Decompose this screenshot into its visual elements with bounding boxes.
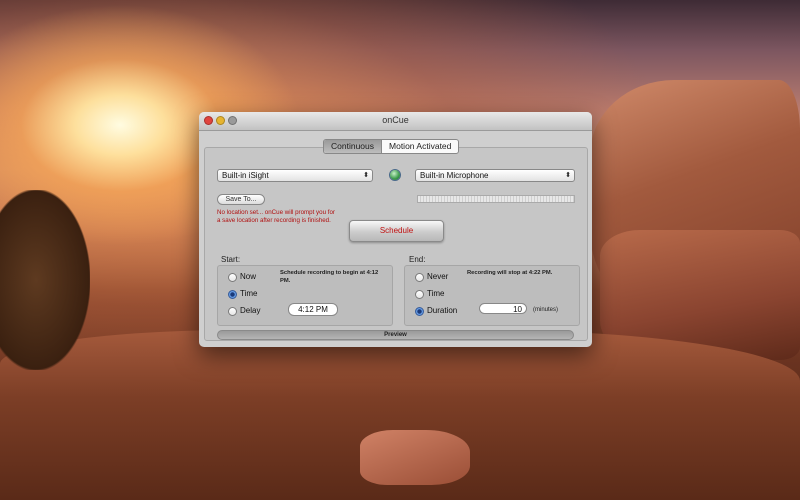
end-time-label: Time: [427, 289, 445, 298]
schedule-button[interactable]: Schedule: [349, 220, 444, 242]
start-time-radio[interactable]: [228, 290, 237, 299]
tab-content-panel: Built-in iSight ⬍ Built-in Microphone ⬍ …: [204, 147, 588, 341]
background-rock: [360, 430, 470, 485]
tab-motion-activated[interactable]: Motion Activated: [382, 140, 458, 153]
duration-field[interactable]: 10: [479, 303, 527, 314]
end-duration-radio[interactable]: [415, 307, 424, 316]
end-never-label: Never: [427, 272, 449, 281]
end-stop-note: Recording will stop at 4:22 PM.: [467, 270, 553, 276]
start-time-label: Time: [240, 289, 258, 298]
start-schedule-note: Schedule recording to begin at 4:12 PM.: [280, 270, 379, 284]
start-group: Now Time Delay Schedule recording to beg…: [217, 265, 393, 326]
start-now-radio[interactable]: [228, 273, 237, 282]
duration-units-label: (minutes): [533, 307, 559, 313]
microphone-select-value: Built-in Microphone: [420, 171, 489, 180]
start-label: Start:: [221, 255, 241, 264]
oncue-window: onCue Built-in iSight ⬍ Built-in Microph…: [199, 112, 592, 347]
end-label: End:: [409, 255, 426, 264]
chevron-updown-icon: ⬍: [565, 172, 571, 179]
end-time-radio[interactable]: [415, 290, 424, 299]
audio-level-meter: [417, 195, 575, 203]
save-location-warning: No location set... onCue will prompt you…: [217, 209, 335, 224]
tab-continuous[interactable]: Continuous: [324, 140, 383, 153]
start-delay-label: Delay: [240, 306, 261, 315]
mode-tab-bar: Continuous Motion Activated: [323, 139, 460, 154]
save-to-button[interactable]: Save To...: [217, 194, 265, 205]
end-group: Never Time Duration Recording will stop …: [404, 265, 580, 326]
title-bar[interactable]: onCue: [199, 112, 592, 131]
start-time-field[interactable]: 4:12 PM: [288, 303, 338, 316]
background-tree: [0, 190, 90, 370]
camera-select[interactable]: Built-in iSight ⬍: [217, 169, 373, 182]
start-now-label: Now: [240, 272, 257, 281]
end-never-radio[interactable]: [415, 273, 424, 282]
microphone-select[interactable]: Built-in Microphone ⬍: [415, 169, 575, 182]
camera-select-value: Built-in iSight: [222, 171, 269, 180]
start-delay-radio[interactable]: [228, 307, 237, 316]
preview-button[interactable]: Preview: [217, 330, 574, 340]
chevron-updown-icon: ⬍: [363, 172, 369, 179]
window-title: onCue: [382, 115, 409, 125]
end-duration-label: Duration: [427, 306, 458, 315]
link-status-icon: [390, 170, 400, 180]
